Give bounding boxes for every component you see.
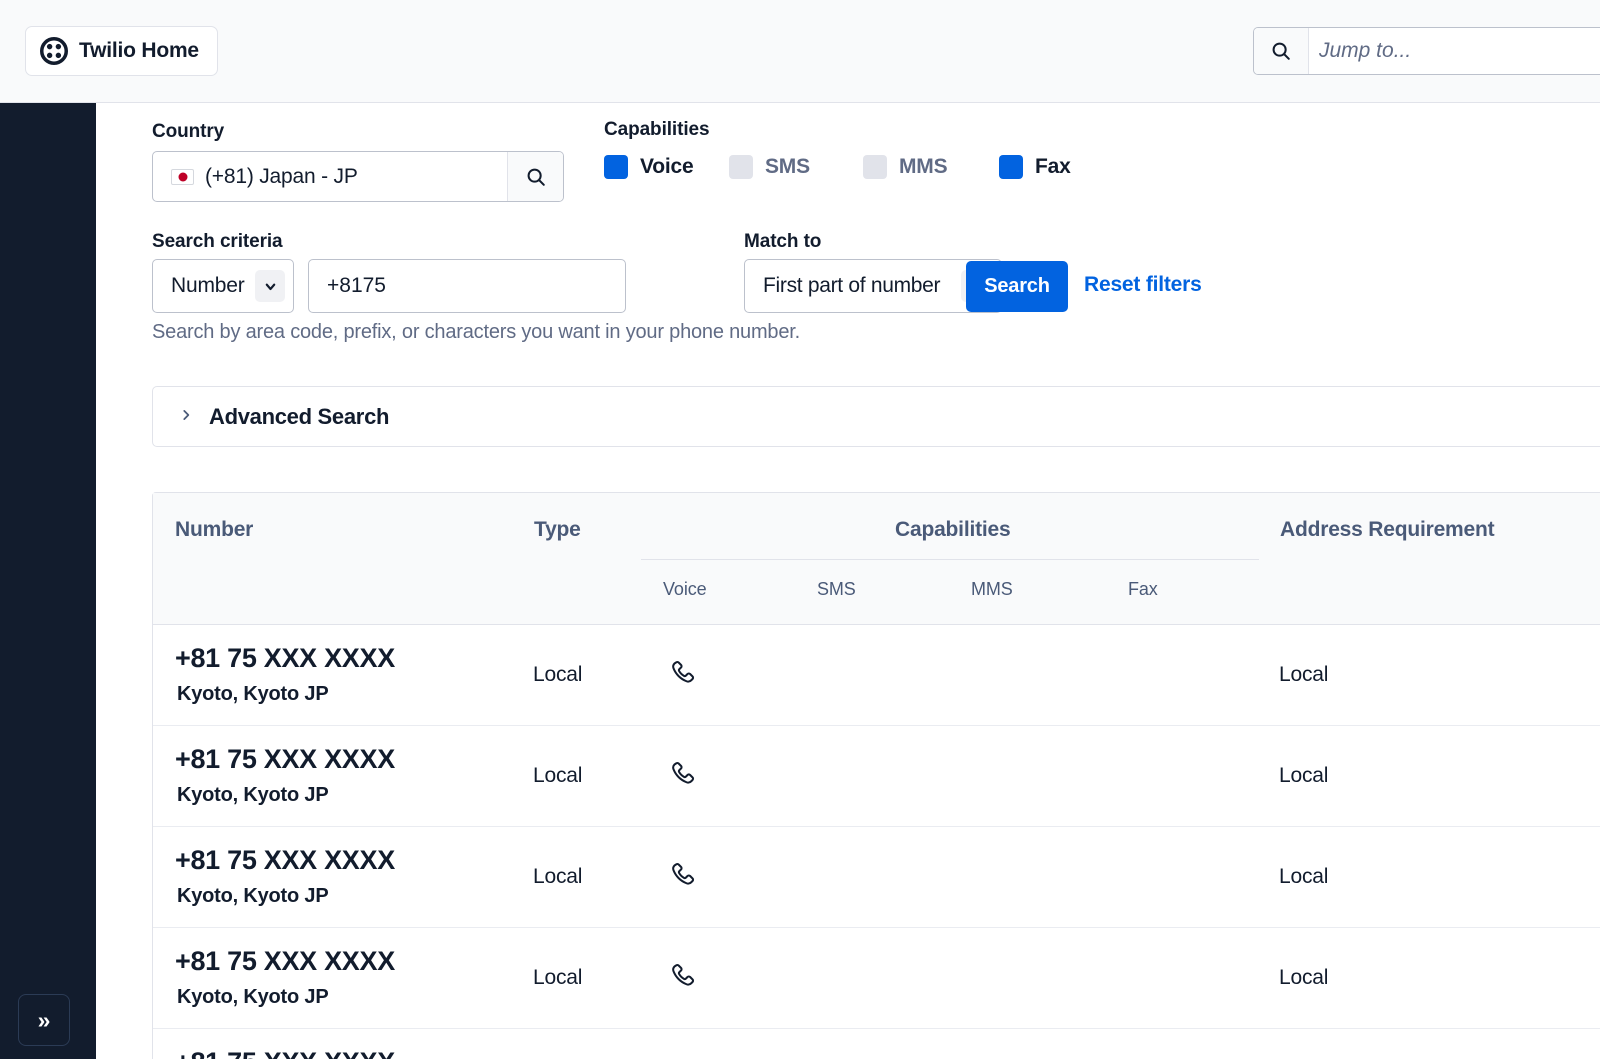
- results-table: Number Type Capabilities Address Require…: [152, 492, 1600, 1059]
- phone-handset-icon: [672, 963, 695, 986]
- cell-locality: Kyoto, Kyoto JP: [177, 683, 329, 705]
- column-header-capabilities: Capabilities: [895, 518, 1011, 541]
- column-header-address-requirement: Address Requirement: [1280, 518, 1495, 541]
- capabilities-filter-group: Voice SMS MMS Fax: [604, 155, 1071, 179]
- match-to-label: Match to: [744, 231, 822, 252]
- checkbox-fax-label: Fax: [1035, 155, 1071, 178]
- table-row[interactable]: +81 75 XXX XXXX Kyoto, Kyoto JP Local Lo…: [153, 726, 1600, 827]
- cell-locality: Kyoto, Kyoto JP: [177, 784, 329, 806]
- phone-handset-icon: [672, 862, 695, 885]
- search-criteria-selected-value: Number: [171, 274, 245, 297]
- twilio-home-label: Twilio Home: [79, 39, 199, 62]
- search-criteria-hint: Search by area code, prefix, or characte…: [152, 321, 800, 343]
- phone-handset-icon: [672, 761, 695, 784]
- cell-address-requirement: Local: [1279, 966, 1329, 989]
- cell-type: Local: [533, 764, 583, 787]
- country-selector-value-area[interactable]: (+81) Japan - JP: [153, 152, 507, 201]
- cell-number: +81 75 XXX XXXX: [175, 643, 395, 673]
- subcolumn-header-voice: Voice: [663, 579, 707, 599]
- capabilities-group-divider: [641, 559, 1259, 560]
- checkbox-mms-label: MMS: [899, 155, 948, 178]
- capabilities-filter-label: Capabilities: [604, 119, 710, 140]
- cell-capability-voice: [667, 860, 697, 895]
- capability-checkbox-voice[interactable]: Voice: [604, 155, 729, 179]
- match-to-select[interactable]: First part of number: [744, 259, 1002, 313]
- subcolumn-header-fax: Fax: [1128, 579, 1158, 599]
- twilio-logo-icon: [40, 37, 68, 65]
- checkbox-voice-label: Voice: [640, 155, 694, 178]
- chevron-double-right-icon: »: [37, 1006, 51, 1033]
- country-label: Country: [152, 121, 225, 142]
- chevron-down-icon: [255, 270, 285, 302]
- flag-jp-icon: [171, 168, 194, 185]
- chevron-right-icon: [179, 406, 193, 428]
- cell-address-requirement: Local: [1279, 663, 1329, 686]
- jump-search-icon-button[interactable]: [1254, 28, 1309, 74]
- cell-type: Local: [533, 663, 583, 686]
- advanced-search-toggle[interactable]: Advanced Search: [152, 386, 1600, 447]
- checkbox-voice-box[interactable]: [604, 155, 628, 179]
- top-header-bar: Twilio Home: [0, 0, 1600, 103]
- country-search-button[interactable]: [507, 152, 563, 201]
- cell-type: Local: [533, 865, 583, 888]
- search-icon: [1272, 42, 1290, 60]
- jump-to-search[interactable]: [1253, 27, 1600, 75]
- search-button[interactable]: Search: [966, 261, 1068, 312]
- subcolumn-header-mms: MMS: [971, 579, 1013, 599]
- cell-address-requirement: Local: [1279, 865, 1329, 888]
- cell-address-requirement: Local: [1279, 764, 1329, 787]
- capability-checkbox-fax[interactable]: Fax: [999, 155, 1071, 179]
- table-row[interactable]: +81 75 XXX XXXX Kyoto, Kyoto JP Local Lo…: [153, 827, 1600, 928]
- phone-handset-icon: [672, 660, 695, 683]
- cell-number: +81 75 XXX XXXX: [175, 946, 395, 976]
- cell-capability-voice: [667, 961, 697, 996]
- capability-checkbox-mms[interactable]: MMS: [863, 155, 999, 179]
- cell-locality: Kyoto, Kyoto JP: [177, 885, 329, 907]
- expand-sidebar-button[interactable]: »: [18, 994, 70, 1046]
- cell-capability-voice: [667, 759, 697, 794]
- checkbox-fax-box[interactable]: [999, 155, 1023, 179]
- cell-number: +81 75 XXX XXXX: [175, 744, 395, 774]
- match-to-selected-value: First part of number: [763, 274, 941, 297]
- twilio-home-button[interactable]: Twilio Home: [25, 26, 218, 76]
- reset-filters-link[interactable]: Reset filters: [1084, 273, 1202, 297]
- checkbox-sms-box[interactable]: [729, 155, 753, 179]
- cell-number: +81 75 XXX XXXX: [175, 845, 395, 875]
- cell-capability-voice: [667, 658, 697, 693]
- jump-to-input[interactable]: [1309, 28, 1600, 74]
- checkbox-mms-box[interactable]: [863, 155, 887, 179]
- checkbox-sms-label: SMS: [765, 155, 810, 178]
- number-pattern-input[interactable]: [308, 259, 626, 313]
- results-table-header: Number Type Capabilities Address Require…: [153, 493, 1600, 625]
- search-criteria-select[interactable]: Number: [152, 259, 294, 313]
- cell-number: +81 75 XXX XXXX: [175, 1047, 395, 1059]
- column-header-type: Type: [534, 518, 581, 541]
- capability-checkbox-sms[interactable]: SMS: [729, 155, 863, 179]
- table-row[interactable]: +81 75 XXX XXXX Kyoto, Kyoto JP Local Lo…: [153, 928, 1600, 1029]
- subcolumn-header-sms: SMS: [817, 579, 856, 599]
- left-nav-rail: »: [0, 103, 96, 1059]
- main-content: Country (+81) Japan - JP Capabilities Vo…: [96, 103, 1600, 1059]
- cell-type: Local: [533, 966, 583, 989]
- table-row[interactable]: +81 75 XXX XXXX Kyoto, Kyoto JP Local Lo…: [153, 625, 1600, 726]
- country-selector[interactable]: (+81) Japan - JP: [152, 151, 564, 202]
- cell-locality: Kyoto, Kyoto JP: [177, 986, 329, 1008]
- table-row[interactable]: +81 75 XXX XXXX Kyoto, Kyoto JP Local Lo…: [153, 1029, 1600, 1059]
- advanced-search-label: Advanced Search: [209, 403, 390, 429]
- app-root: Twilio Home » Country (+81) Japan - JP: [0, 0, 1600, 1059]
- column-header-number: Number: [175, 518, 254, 541]
- country-selected-value: (+81) Japan - JP: [205, 164, 358, 188]
- search-criteria-label: Search criteria: [152, 231, 283, 252]
- search-icon: [527, 168, 545, 186]
